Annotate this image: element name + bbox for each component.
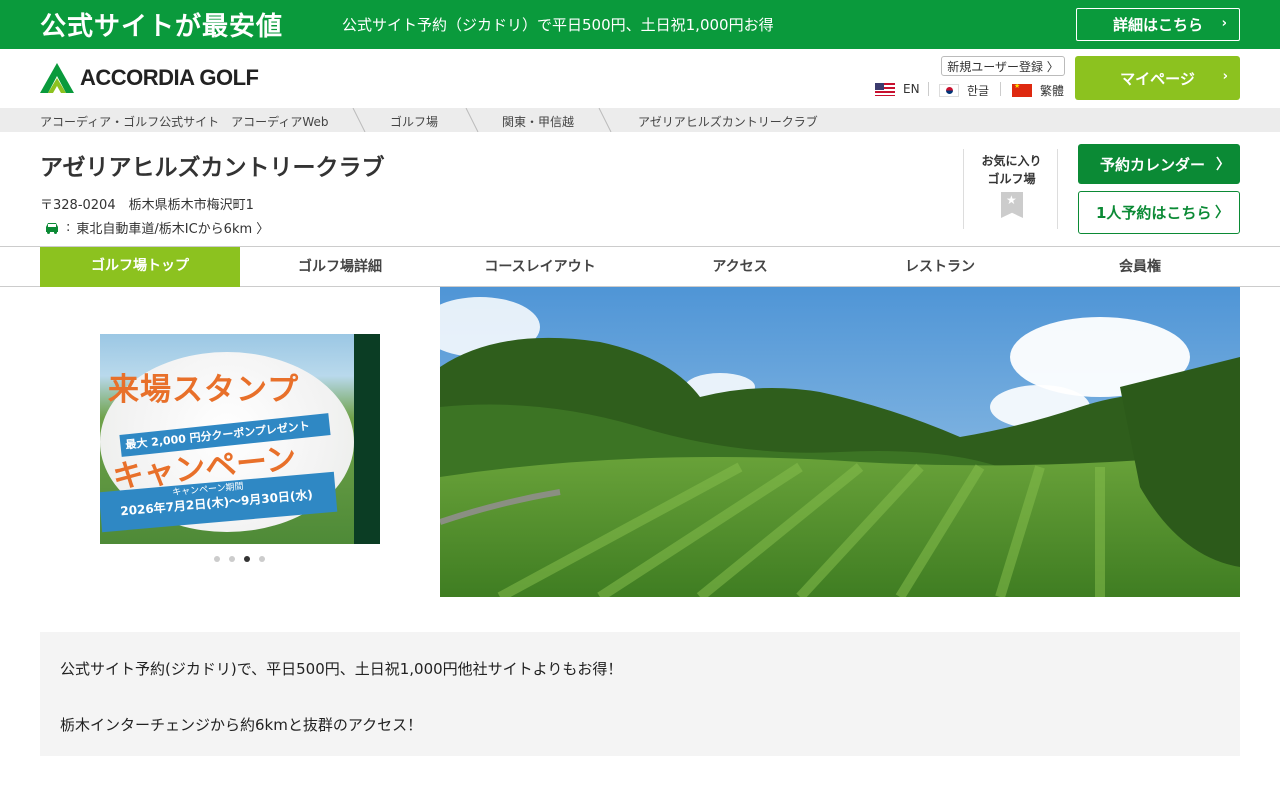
carousel-dot[interactable] [229, 556, 235, 562]
access-text: 東北自動車道/栃木ICから6km 〉 [76, 222, 270, 237]
logo-mark-icon [40, 63, 74, 93]
campaign-title-line1: 来場スタンプ [108, 372, 300, 408]
lang-en-link[interactable]: EN [875, 82, 920, 96]
tab-golf-details[interactable]: ゴルフ場詳細 [240, 257, 440, 297]
breadcrumb-item-golf[interactable]: ゴルフ場 [390, 113, 438, 130]
cn-flag-icon [1012, 84, 1032, 97]
breadcrumb: アコーディア・ゴルフ公式サイト アコーディアWeb ゴルフ場 関東・甲信越 アゼ… [0, 108, 1280, 132]
lang-en-label: EN [903, 82, 920, 96]
breadcrumb-item-region[interactable]: 関東・甲信越 [502, 113, 574, 130]
reservation-calendar-button[interactable]: 予約カレンダー 〉 [1078, 144, 1240, 184]
lang-cn-link[interactable]: 繁體 [1012, 82, 1064, 99]
promo-title: 公式サイトが最安値 [40, 12, 284, 42]
carousel-dot[interactable] [259, 556, 265, 562]
campaign-banner[interactable]: 来場スタンプ 最大 2,000 円分クーポンプレゼント キャンペーン キャンペー… [100, 334, 380, 544]
kr-flag-icon [939, 84, 959, 97]
register-button[interactable]: 新規ユーザー登録 〉 [941, 56, 1065, 76]
breadcrumb-separator-icon [352, 108, 366, 132]
bookmark-star-icon: ★ [1001, 192, 1023, 218]
breadcrumb-item-current: アゼリアヒルズカントリークラブ [638, 115, 818, 129]
tab-golf-top[interactable]: ゴルフ場トップ [40, 247, 240, 287]
mypage-label: マイページ [1120, 69, 1195, 88]
course-info-box: 公式サイト予約(ジカドリ)で、平日500円、土日祝1,000円他社サイトよりもお… [40, 632, 1240, 756]
breadcrumb-separator-icon [598, 108, 612, 132]
promo-details-button[interactable]: 詳細はこちら › [1076, 8, 1240, 41]
favorite-label-line1: お気に入り [981, 154, 1042, 168]
favorite-label-line2: ゴルフ場 [987, 172, 1036, 186]
info-line-1: 公式サイト予約(ジカドリ)で、平日500円、土日祝1,000円他社サイトよりもお… [60, 660, 623, 678]
us-flag-icon [875, 82, 895, 96]
chevron-right-icon: › [1221, 16, 1227, 31]
access-link[interactable]: : 東北自動車道/栃木ICから6km 〉 [44, 218, 269, 237]
access-prefix: : [66, 220, 71, 235]
carousel-dot-active[interactable] [244, 556, 250, 562]
page-title: アゼリアヒルズカントリークラブ [40, 155, 385, 181]
promo-banner: 公式サイトが最安値 公式サイト予約（ジカドリ）で平日500円、土日祝1,000円… [0, 0, 1280, 49]
carousel-dots [214, 556, 274, 562]
golf-course-photo [440, 287, 1240, 597]
accordia-logo[interactable]: ACCORDIA GOLF [40, 63, 259, 93]
favorite-label: お気に入り ゴルフ場 [964, 152, 1059, 188]
reservation-calendar-label: 予約カレンダー [1100, 155, 1206, 174]
promo-text: 公式サイト予約（ジカドリ）で平日500円、土日祝1,000円お得 [342, 16, 774, 34]
chevron-right-icon: › [1222, 69, 1228, 84]
solo-reservation-button[interactable]: 1人予約はこちら 〉 [1078, 191, 1240, 234]
chevron-right-icon: 〉 [1215, 205, 1229, 221]
solo-reservation-label: 1人予約はこちら [1096, 204, 1212, 222]
car-icon [46, 222, 58, 234]
lang-kr-link[interactable]: 한글 [939, 82, 989, 99]
mypage-button[interactable]: マイページ › [1075, 56, 1240, 100]
lang-cn-label: 繁體 [1040, 84, 1065, 98]
course-tabs: ゴルフ場トップ ゴルフ場詳細 コースレイアウト アクセス レストラン 会員権 [0, 246, 1280, 287]
breadcrumb-separator-icon [465, 108, 479, 132]
promo-details-label: 詳細はこちら [1112, 16, 1203, 34]
course-address: 〒328-0204 栃木県栃木市梅沢町1 [40, 198, 254, 213]
lang-divider [928, 82, 929, 96]
breadcrumb-item-home[interactable]: アコーディア・ゴルフ公式サイト アコーディアWeb [40, 113, 328, 130]
favorite-toggle[interactable]: お気に入り ゴルフ場 ★ [963, 149, 1058, 229]
chevron-right-icon: 〉 [1216, 157, 1230, 173]
lang-kr-label: 한글 [967, 84, 990, 98]
carousel-dot[interactable] [214, 556, 220, 562]
logo-text: ACCORDIA GOLF [80, 65, 259, 90]
campaign-side-strip [354, 334, 380, 544]
lang-divider [1000, 82, 1001, 96]
info-line-2: 栃木インターチェンジから約6kmと抜群のアクセス！ [60, 716, 423, 734]
